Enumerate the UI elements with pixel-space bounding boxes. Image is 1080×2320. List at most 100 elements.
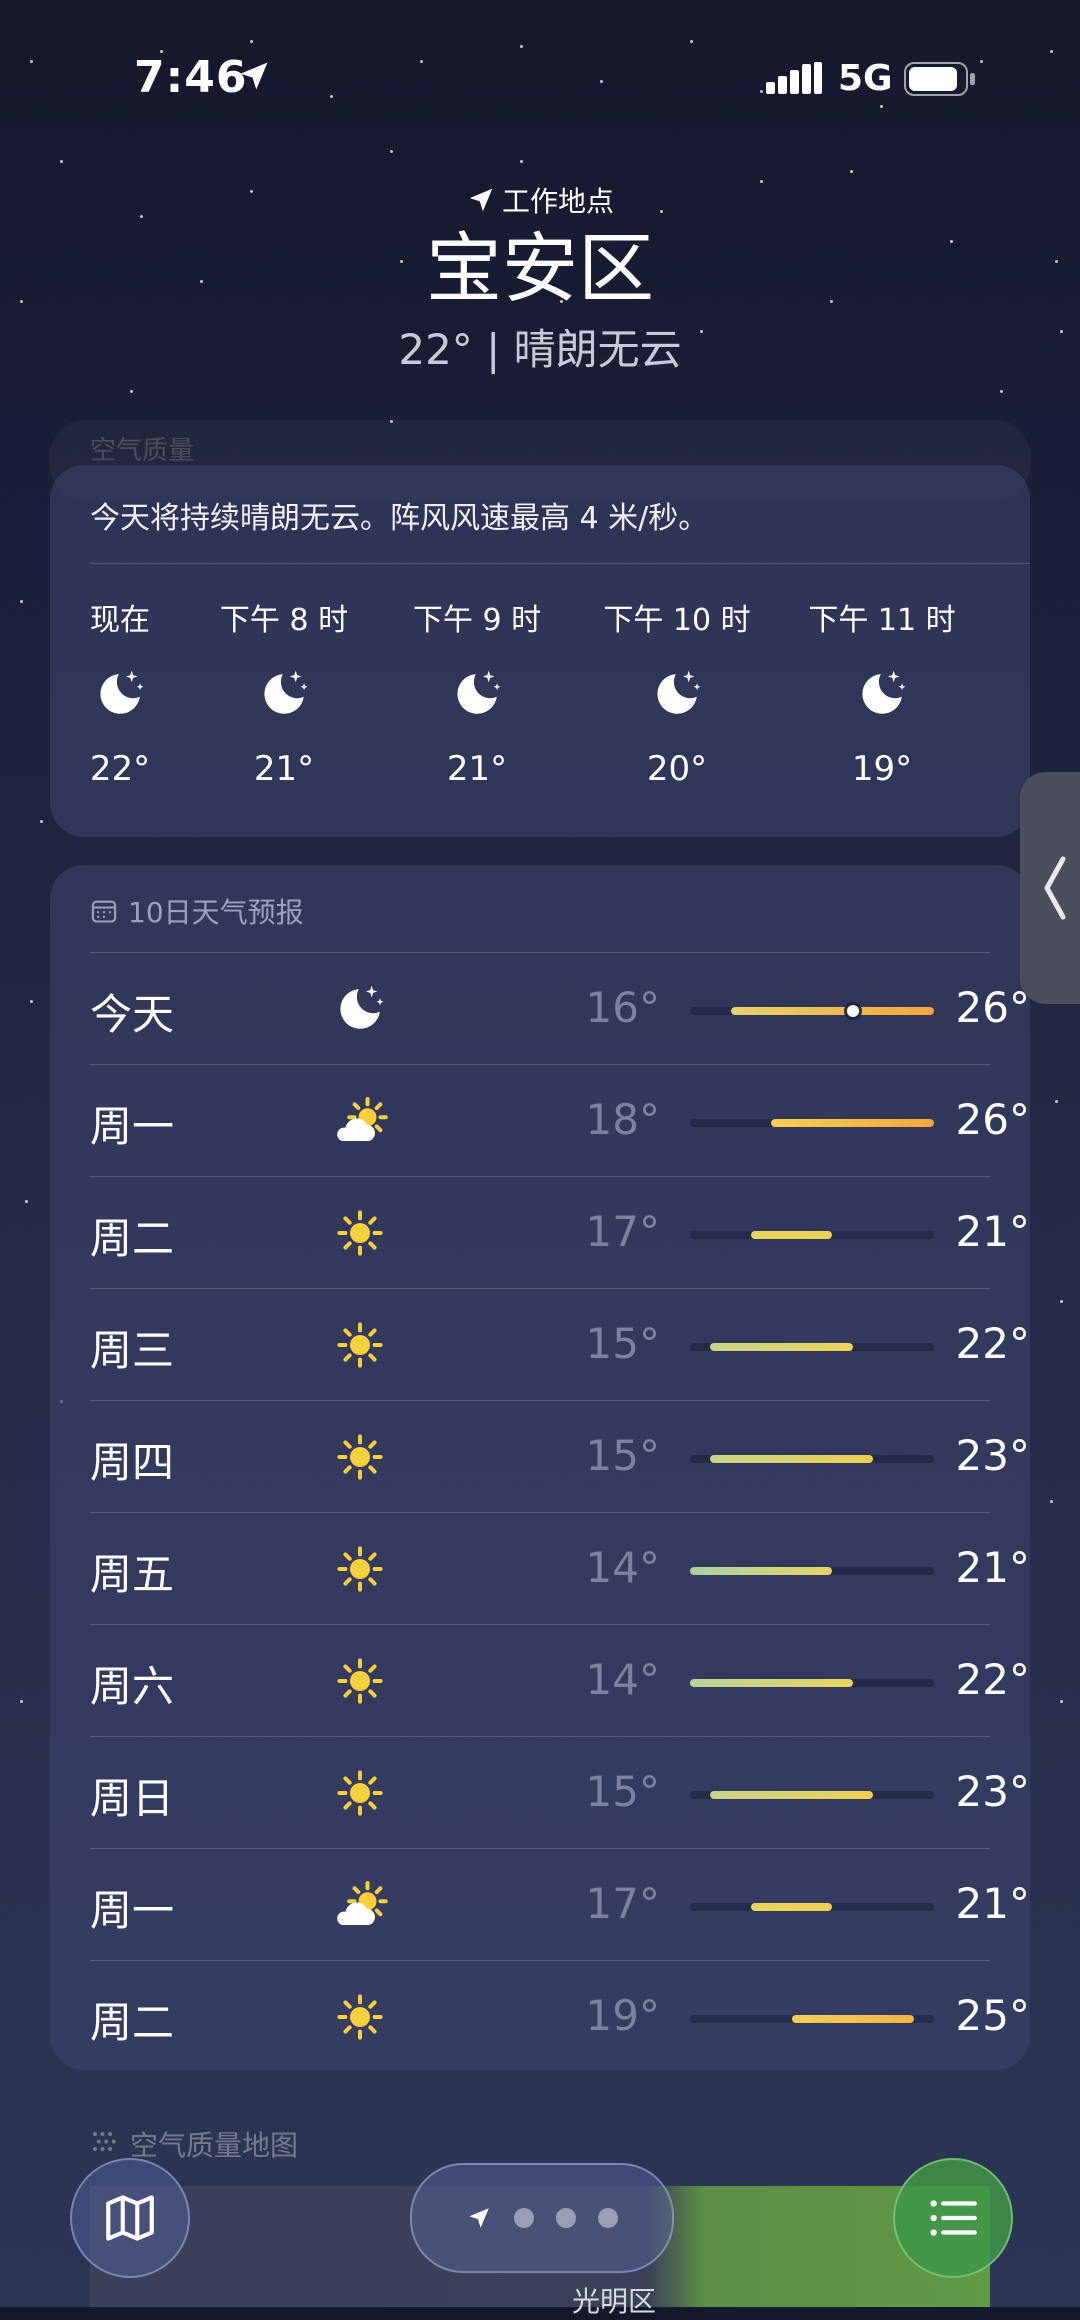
temp-range-track: [690, 1567, 934, 1575]
location-arrow-icon: [469, 188, 493, 212]
star-dot: [520, 160, 523, 163]
moon-stars-icon: [204, 639, 364, 749]
status-bar: 7:46 5G: [0, 52, 1080, 112]
daily-row[interactable]: 今天 16° 26°: [90, 953, 1030, 1065]
high-temp: 23°: [955, 1767, 1030, 1816]
high-temp: 22°: [955, 1655, 1030, 1704]
day-label: 周六: [90, 1662, 175, 1711]
low-temp: 17°: [585, 1879, 660, 1928]
temp-range-bar: [710, 1343, 853, 1351]
current-temp-dot: [846, 1005, 859, 1017]
daily-row[interactable]: 周六 14° 22°: [90, 1625, 1030, 1737]
low-temp: 14°: [585, 1543, 660, 1592]
day-label: 周一: [90, 1102, 175, 1151]
low-temp: 15°: [585, 1767, 660, 1816]
hour-label: 下午 11 时: [808, 603, 956, 638]
sun-icon: [330, 1763, 390, 1823]
map-button[interactable]: [70, 2158, 190, 2278]
location-list-button[interactable]: [893, 2158, 1013, 2278]
temp-range-bar: [690, 1679, 853, 1687]
sun-icon: [330, 1315, 390, 1375]
day-label: 周日: [90, 1774, 175, 1823]
map-icon: [106, 2195, 154, 2241]
sun-icon: [330, 1203, 390, 1263]
hourly-forecast-card[interactable]: 今天将持续晴朗无云。阵风风速最高 4 米/秒。 现在 22° 下午 8 时 21° 下午…: [50, 465, 1030, 837]
status-time: 7:46: [134, 52, 248, 103]
daily-row[interactable]: 周二 19° 25°: [90, 1961, 1030, 2073]
ten-day-title-row: 10日天气预报: [90, 891, 304, 931]
high-temp: 26°: [955, 1095, 1030, 1144]
moon-stars-icon: [330, 979, 390, 1039]
star-dot: [20, 600, 23, 603]
daily-row[interactable]: 周三 15° 22°: [90, 1289, 1030, 1401]
location-header: 工作地点 宝安区 22° | 晴朗无云: [0, 180, 1080, 377]
moon-stars-icon: [802, 639, 962, 749]
high-temp: 21°: [955, 1207, 1030, 1256]
location-label: 工作地点: [501, 185, 614, 218]
air-quality-dots-icon: [93, 2132, 116, 2151]
sun-icon: [330, 1651, 390, 1711]
cloud-sun-icon: [330, 1091, 390, 1151]
temp-range-track: [690, 1791, 934, 1799]
high-temp: 21°: [955, 1879, 1030, 1928]
low-temp: 18°: [585, 1095, 660, 1144]
star-dot: [1055, 1100, 1058, 1103]
side-panel-handle[interactable]: [1020, 772, 1080, 1004]
day-label: 今天: [90, 990, 175, 1039]
hour-temp: 21°: [253, 749, 315, 789]
high-temp: 23°: [955, 1431, 1030, 1480]
location-pager[interactable]: [410, 2163, 674, 2273]
air-quality-map-label: 空气质量地图: [130, 2129, 299, 2162]
star-dot: [130, 390, 133, 393]
location-arrow-icon: [240, 62, 268, 90]
day-label: 周一: [90, 1886, 175, 1935]
high-temp: 26°: [955, 983, 1030, 1032]
temp-range-track: [690, 1231, 934, 1239]
city-name: 宝安区: [426, 224, 654, 313]
star-dot: [1050, 1500, 1053, 1503]
star-dot: [390, 150, 393, 153]
temp-range-track: [690, 1343, 934, 1351]
temp-range-track: [690, 1455, 934, 1463]
day-label: 周三: [90, 1326, 175, 1375]
low-temp: 14°: [585, 1655, 660, 1704]
temp-range-track: [690, 1903, 934, 1911]
moon-stars-icon: [397, 639, 557, 749]
day-label: 周四: [90, 1438, 175, 1487]
star-dot: [20, 1700, 23, 1703]
hour-temp: 20°: [646, 749, 708, 789]
temp-range-bar: [730, 1007, 934, 1015]
temp-range-bar: [690, 1567, 833, 1575]
current-summary: 22° | 晴朗无云: [398, 325, 682, 374]
temp-range-bar: [771, 1119, 934, 1127]
signal-icon: [766, 62, 822, 94]
temp-range-track: [690, 1679, 934, 1687]
hour-label: 下午 8 时: [219, 603, 349, 638]
hour-label: 下午 9 时: [412, 603, 542, 638]
daily-row[interactable]: 周日 15° 23°: [90, 1737, 1030, 1849]
cloud-sun-icon: [330, 1875, 390, 1935]
ten-day-forecast-card[interactable]: 10日天气预报 今天 16° 26° 周一 18° 26° 周二 17° 21° 周三 15° 22°…: [50, 865, 1030, 2070]
daily-row[interactable]: 周二 17° 21°: [90, 1177, 1030, 1289]
daily-row[interactable]: 周一 17° 21°: [90, 1849, 1030, 1961]
ten-day-title: 10日天气预报: [128, 896, 304, 929]
daily-row[interactable]: 周四 15° 23°: [90, 1401, 1030, 1513]
day-label: 周五: [90, 1550, 175, 1599]
star-dot: [25, 1200, 28, 1203]
low-temp: 17°: [585, 1207, 660, 1256]
moon-stars-icon: [40, 639, 200, 749]
daily-row[interactable]: 周一 18° 26°: [90, 1065, 1030, 1177]
page-dot: [556, 2208, 576, 2228]
page-dot: [514, 2208, 534, 2228]
air-quality-ghost-label: 空气质量: [90, 436, 195, 466]
temp-range-track: [690, 1005, 934, 1017]
list-icon: [930, 2200, 977, 2236]
daily-row[interactable]: 周五 14° 21°: [90, 1513, 1030, 1625]
day-label: 周二: [90, 1998, 175, 2047]
moon-stars-icon: [597, 639, 757, 749]
star-dot: [250, 40, 253, 43]
location-arrow-icon: [469, 2208, 489, 2228]
star-dot: [1000, 390, 1003, 393]
map-district-label: 光明区: [572, 2285, 657, 2318]
star-dot: [30, 1000, 33, 1003]
